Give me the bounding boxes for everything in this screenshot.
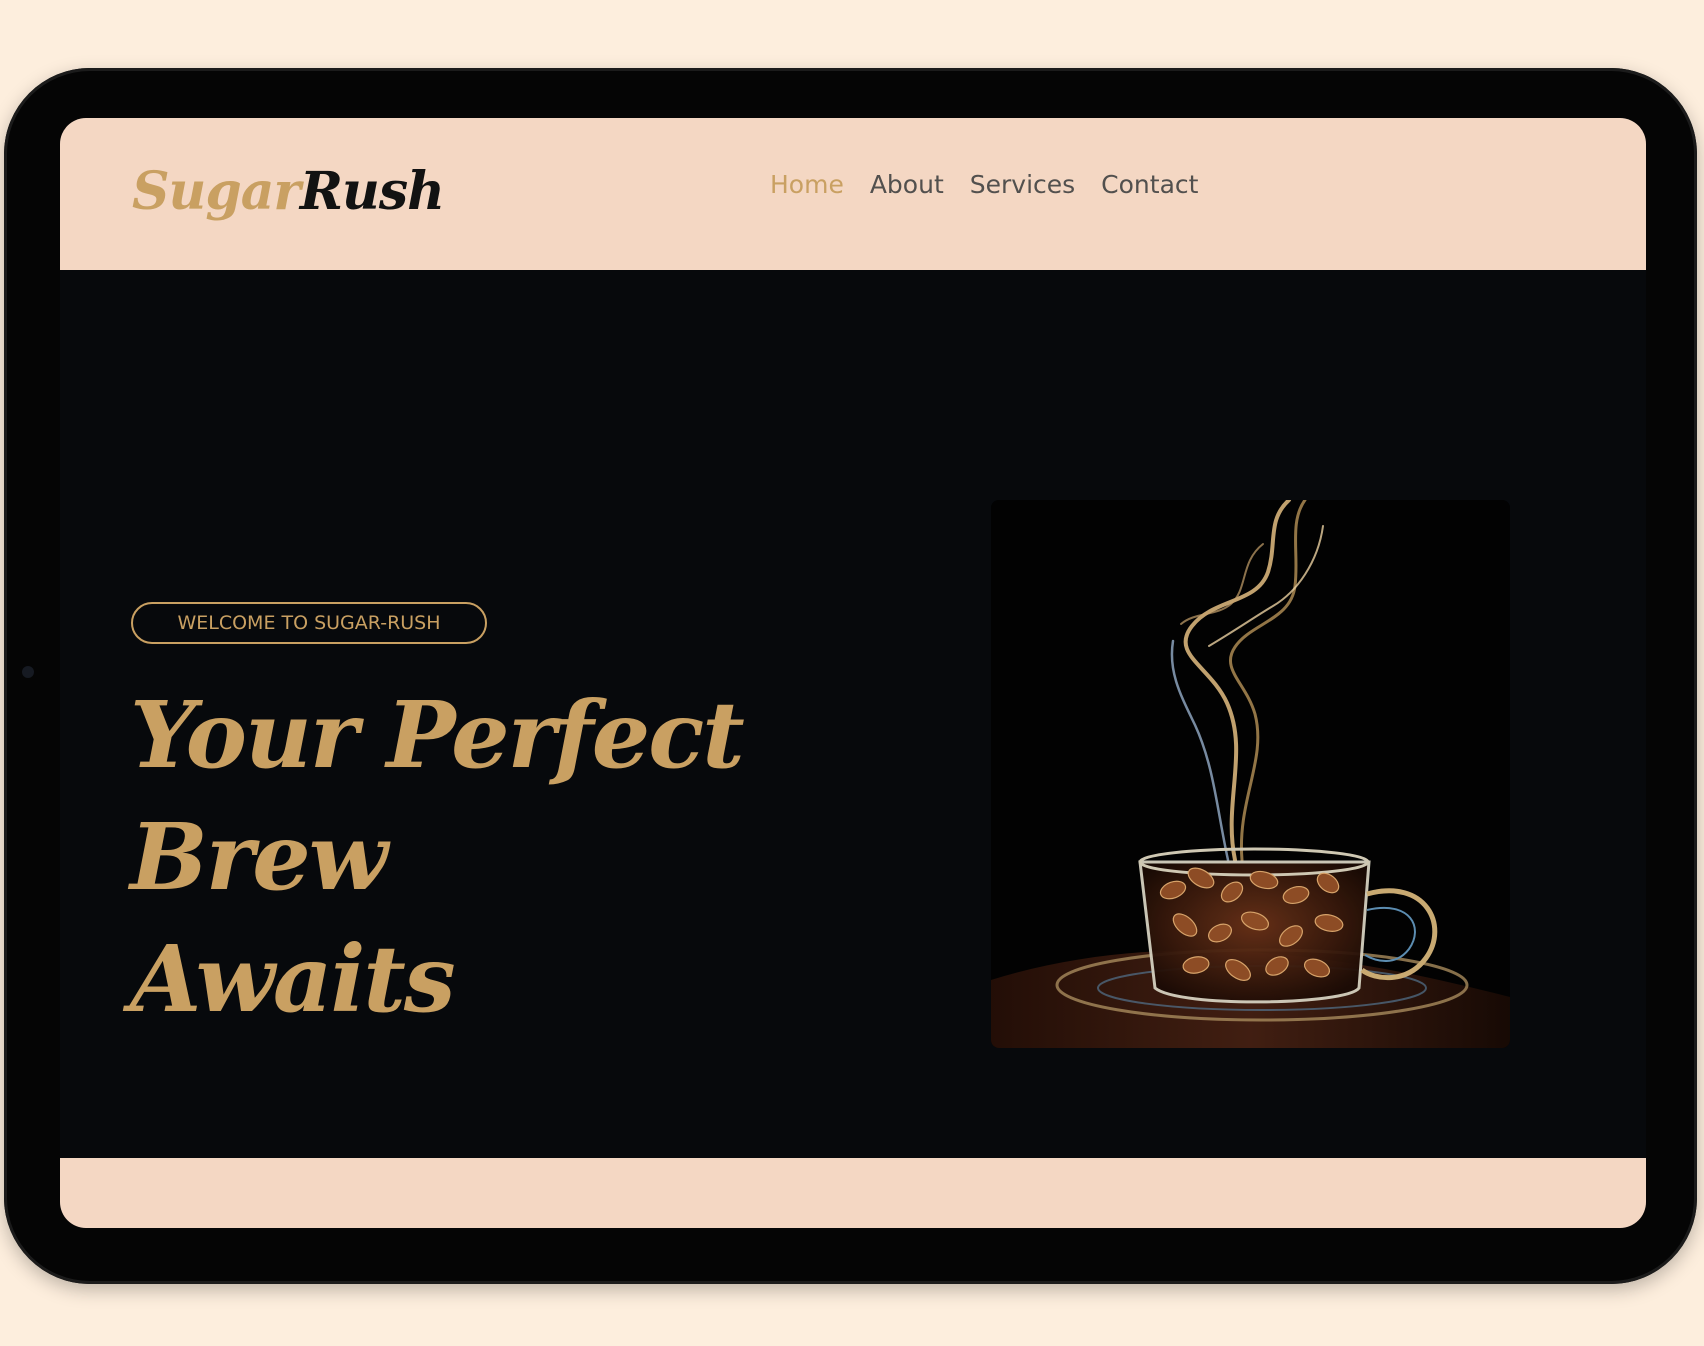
- nav-home-link[interactable]: Home: [770, 170, 844, 199]
- footer-bar: [60, 1158, 1646, 1228]
- nav-contact-link[interactable]: Contact: [1101, 170, 1198, 199]
- hero-heading-line-1: Your Perfect Brew: [130, 681, 745, 911]
- sugar-rush-logo[interactable]: SugarRush: [132, 160, 445, 224]
- website-screen: SugarRush Home About Services Contact WE…: [60, 118, 1646, 1228]
- coffee-cup-image: [991, 500, 1510, 1048]
- hero-heading: Your Perfect Brew Awaits: [130, 674, 910, 1040]
- front-camera-icon: [22, 666, 34, 678]
- welcome-badge: WELCOME TO SUGAR-RUSH: [131, 602, 487, 644]
- hero-heading-line-2: Awaits: [130, 925, 456, 1033]
- nav-services-link[interactable]: Services: [970, 170, 1075, 199]
- logo-sugar-text: Sugar: [132, 161, 301, 222]
- site-header: SugarRush Home About Services Contact: [60, 118, 1646, 270]
- logo-rush-text: Rush: [299, 161, 445, 222]
- nav-about-link[interactable]: About: [870, 170, 944, 199]
- coffee-cup-with-beans-and-steam-icon: [991, 500, 1510, 1048]
- tablet-frame: SugarRush Home About Services Contact WE…: [4, 68, 1697, 1284]
- main-navigation: Home About Services Contact: [770, 164, 1198, 204]
